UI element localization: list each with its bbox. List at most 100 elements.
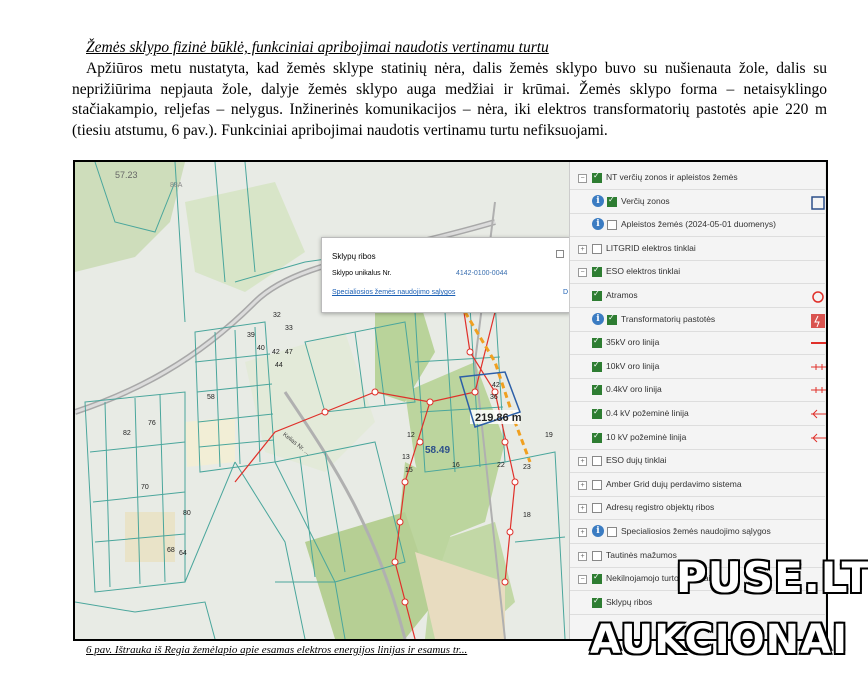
measure-label: 219.86 m (475, 412, 522, 424)
popup-checkbox[interactable] (556, 250, 564, 258)
layer-checkbox[interactable] (592, 171, 602, 183)
layer-checkbox[interactable] (592, 289, 602, 301)
legend-label: 35kV oro linija (606, 337, 660, 348)
layer-checkbox[interactable] (592, 383, 602, 396)
parcel-label: 39 (247, 332, 255, 339)
legend-label: Apleistos žemės (2024-05-01 duomenys) (621, 219, 776, 230)
legend-row[interactable]: + Adresų registro objektų ribos (570, 498, 825, 521)
legend-label: ESO elektros tinklai (606, 266, 681, 277)
legend-row[interactable]: i Transformatorių pastotės (570, 310, 825, 332)
parcel-label: 47 (285, 349, 293, 356)
figure-caption: 6 pav. Ištrauka iš Regia žemėlapio apie … (86, 644, 468, 656)
popup-more[interactable]: D (563, 289, 568, 296)
layer-checkbox[interactable] (607, 220, 617, 231)
legend-row[interactable]: Atramos (570, 286, 825, 308)
watermark-line-1: PUSE.LT (676, 553, 868, 602)
legend-row[interactable]: i Verčių zonos (570, 192, 825, 214)
legend-label: 10kV oro linija (606, 360, 660, 371)
expand-icon[interactable]: + (578, 244, 587, 254)
parcel-label: 13 (402, 454, 410, 461)
parcel-label: 44 (275, 362, 283, 369)
layer-checkbox[interactable] (592, 431, 602, 443)
collapse-icon[interactable]: − (578, 268, 587, 278)
parcel-label: 15 (405, 467, 413, 474)
layer-checkbox[interactable] (607, 527, 617, 537)
legend-label: Specialiosios žemės naudojimo sąlygos (621, 526, 771, 536)
info-icon[interactable]: i (592, 194, 604, 207)
parcel-label: 42 (272, 349, 280, 356)
info-icon[interactable]: i (592, 525, 604, 537)
expand-icon[interactable]: + (578, 480, 587, 490)
legend-label: 0.4 kV požeminė linija (606, 408, 689, 418)
legend-row[interactable]: + ESO dujų tinklai (570, 451, 825, 474)
layer-checkbox[interactable] (592, 243, 602, 254)
legend-row[interactable]: − NT verčių zonos ir apleistos žemės (570, 168, 825, 190)
legend-row[interactable]: 35kV oro linija (570, 333, 826, 356)
parcel-label: 42 (492, 382, 500, 389)
legend-label: LITGRID elektros tinklai (606, 242, 696, 253)
legend-label: NT verčių zonos ir apleistos žemės (606, 172, 738, 182)
parcel-label: 68 (167, 547, 175, 554)
area-label: 58.49 (425, 445, 451, 456)
parcel-label: 70 (141, 484, 149, 491)
parcel-label: 18 (523, 512, 531, 519)
layer-checkbox[interactable] (592, 336, 602, 349)
parcel-label: 57.23 (115, 170, 138, 180)
legend-label: 0.4kV oro linija (606, 384, 662, 395)
legend-row[interactable]: 10kV oro linija (570, 357, 826, 379)
parcel-label: 33 (285, 325, 293, 332)
parcel-label: 76 (148, 420, 156, 427)
legend-row[interactable]: + Amber Grid dujų perdavimo sistema (570, 475, 825, 497)
parcel-label: 64 (179, 550, 187, 557)
legend-label: Sklypų ribos (606, 596, 653, 607)
legend-label: Amber Grid dujų perdavimo sistema (606, 478, 742, 489)
legend-row[interactable]: 10 kV požeminė linija (570, 428, 826, 450)
popup-field-label: Sklypo unikalus Nr. (332, 270, 392, 277)
collapse-icon[interactable]: − (578, 575, 587, 585)
parcel-label: 19 (545, 432, 553, 439)
popup-field-value: 4142-0100-0044 (456, 270, 508, 277)
watermark-line-2: AUKCIONAI (590, 617, 848, 663)
parcel-label: 22 (497, 462, 505, 469)
layer-checkbox[interactable] (592, 572, 602, 585)
parcel-label: 88A (170, 182, 183, 189)
layer-checkbox[interactable] (592, 456, 602, 467)
layer-checkbox[interactable] (592, 265, 602, 278)
collapse-icon[interactable]: − (578, 174, 587, 183)
paragraph-text: Apžiūros metu nustatyta, kad žemės sklyp… (72, 60, 827, 139)
expand-icon[interactable]: + (578, 457, 587, 467)
layer-checkbox[interactable] (592, 503, 602, 514)
layer-checkbox[interactable] (592, 407, 602, 419)
legend-row[interactable]: i Apleistos žemės (2024-05-01 duomenys) (570, 215, 825, 238)
body-paragraph: Apžiūros metu nustatyta, kad žemės sklyp… (72, 59, 827, 141)
legend-label: Tautinės mažumos (606, 549, 677, 560)
layer-checkbox[interactable] (592, 360, 602, 372)
parcel-label: 80 (183, 510, 191, 517)
parcel-label: 40 (257, 345, 265, 352)
parcel-label: 36 (490, 394, 498, 401)
legend-row[interactable]: − ESO elektros tinklai (570, 262, 825, 285)
legend-row[interactable]: 0.4kV oro linija (570, 380, 826, 403)
popup-link[interactable]: Specialiosios žemės naudojimo sąlygos (332, 289, 455, 296)
popup-title: Sklypų ribos (332, 252, 376, 261)
expand-icon[interactable]: + (578, 528, 587, 537)
layer-checkbox[interactable] (592, 596, 602, 608)
parcel-popup[interactable]: Sklypų ribos Sklypo unikalus Nr. 4142-01… (321, 237, 571, 313)
parcel-label: 82 (123, 430, 131, 437)
layer-checkbox[interactable] (607, 195, 617, 207)
legend-label: ESO dujų tinklai (606, 455, 667, 466)
layer-checkbox[interactable] (607, 313, 617, 325)
legend-label: Transformatorių pastotės (621, 313, 716, 324)
info-icon[interactable]: i (592, 218, 604, 231)
legend-row[interactable]: + i Specialiosios žemės naudojimo sąlygos (570, 522, 825, 544)
expand-icon[interactable]: + (578, 504, 587, 514)
legend-row[interactable]: + LITGRID elektros tinklai (570, 239, 825, 261)
info-icon[interactable]: i (592, 312, 604, 325)
parcel-label: 32 (273, 312, 281, 319)
legend-label: Atramos (606, 290, 638, 300)
layer-checkbox[interactable] (592, 550, 602, 561)
legend-label: Adresų registro objektų ribos (606, 502, 715, 513)
layer-checkbox[interactable] (592, 479, 602, 490)
expand-icon[interactable]: + (578, 551, 587, 561)
legend-row[interactable]: 0.4 kV požeminė linija (570, 404, 826, 426)
